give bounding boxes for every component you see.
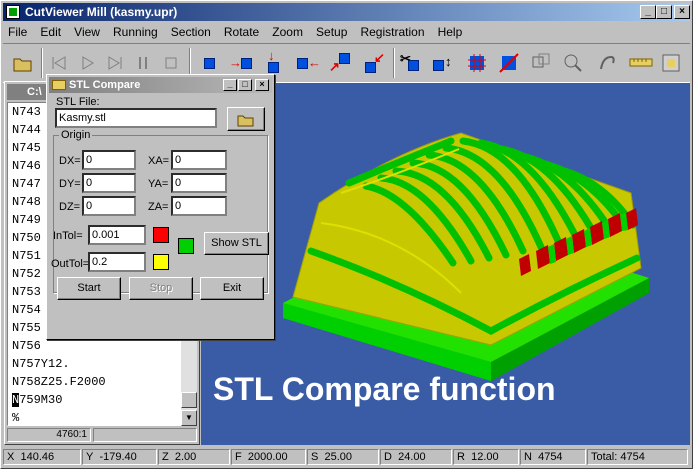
outtol-color-swatch[interactable] bbox=[153, 254, 169, 270]
menu-file[interactable]: File bbox=[3, 22, 32, 39]
menu-edit[interactable]: Edit bbox=[35, 22, 66, 39]
view-left-icon[interactable]: → bbox=[229, 51, 253, 75]
status-total: Total: 4754 bbox=[587, 449, 688, 465]
skip-end-icon[interactable] bbox=[103, 51, 127, 75]
maximize-button[interactable]: □ bbox=[656, 5, 672, 19]
status-bar: X 140.46 Y -179.40 Z 2.00 F 2000.00 S 25… bbox=[3, 448, 690, 466]
status-x: X 140.46 bbox=[3, 449, 81, 465]
outtol-label: OutTol= bbox=[51, 258, 90, 270]
grid-section-icon[interactable] bbox=[465, 51, 489, 75]
zoom-icon[interactable] bbox=[561, 51, 585, 75]
viewport-caption: STL Compare function bbox=[213, 371, 556, 407]
view-iso2-icon[interactable]: ↙ bbox=[363, 51, 387, 75]
status-f: F 2000.00 bbox=[231, 449, 306, 465]
view-iso-icon[interactable]: ↗ bbox=[329, 51, 353, 75]
za-label: ZA= bbox=[148, 201, 169, 213]
dy-input[interactable]: 0 bbox=[82, 173, 136, 193]
stop-button[interactable]: Stop bbox=[129, 277, 193, 300]
open-folder-icon bbox=[237, 115, 254, 127]
origin-label: Origin bbox=[59, 129, 93, 141]
stl-file-label: STL File: bbox=[56, 96, 100, 108]
dz-label: DZ= bbox=[59, 201, 81, 213]
title-bar: CutViewer Mill (kasmy.upr) _ □ × bbox=[3, 3, 690, 21]
close-button[interactable]: × bbox=[674, 5, 690, 19]
scroll-down-icon[interactable]: ▼ bbox=[181, 410, 197, 426]
status-d: D 24.00 bbox=[380, 449, 452, 465]
machine-icon[interactable] bbox=[659, 51, 683, 75]
za-input[interactable]: 0 bbox=[171, 196, 227, 216]
dialog-minimize-button[interactable]: _ bbox=[223, 79, 237, 91]
dialog-title-bar: STL Compare _ □ × bbox=[49, 77, 272, 93]
start-button[interactable]: Start bbox=[57, 277, 121, 300]
menu-setup[interactable]: Setup bbox=[311, 22, 352, 39]
code-status: 4760:1 bbox=[7, 428, 197, 442]
ya-input[interactable]: 0 bbox=[171, 173, 227, 193]
status-y: Y -179.40 bbox=[82, 449, 157, 465]
dy-label: DY= bbox=[59, 178, 81, 190]
code-line-current[interactable]: N759M30 bbox=[8, 391, 180, 409]
status-s: S 25.00 bbox=[307, 449, 379, 465]
code-line[interactable]: % bbox=[8, 409, 180, 425]
dz-input[interactable]: 0 bbox=[82, 196, 136, 216]
code-line[interactable]: N757Y12. bbox=[8, 355, 180, 373]
intol-label: InTol= bbox=[53, 230, 83, 242]
window-title: CutViewer Mill (kasmy.upr) bbox=[25, 5, 178, 19]
dx-input[interactable]: 0 bbox=[82, 150, 136, 170]
code-line[interactable]: N758Z25.F2000 bbox=[8, 373, 180, 391]
stl-file-input[interactable]: Kasmy.stl bbox=[55, 108, 217, 128]
pause-icon[interactable] bbox=[131, 51, 155, 75]
menu-zoom[interactable]: Zoom bbox=[267, 22, 308, 39]
status-n: N 4754 bbox=[520, 449, 586, 465]
code-status-empty bbox=[93, 428, 197, 442]
menu-registration[interactable]: Registration bbox=[355, 22, 429, 39]
xa-label: XA= bbox=[148, 155, 170, 167]
app-icon bbox=[6, 5, 20, 19]
status-r: R 12.00 bbox=[453, 449, 519, 465]
menu-rotate[interactable]: Rotate bbox=[219, 22, 264, 39]
show-stl-button[interactable]: Show STL bbox=[204, 232, 269, 255]
view-front-icon[interactable] bbox=[197, 51, 221, 75]
intol-input[interactable]: 0.001 bbox=[88, 225, 146, 245]
status-z: Z 2.00 bbox=[158, 449, 230, 465]
outtol-input[interactable]: 0.2 bbox=[88, 252, 146, 272]
skip-start-icon[interactable] bbox=[47, 51, 71, 75]
ruler-icon[interactable] bbox=[629, 51, 653, 75]
code-line-position: 4760:1 bbox=[7, 428, 91, 442]
view-top-icon[interactable]: ↓ bbox=[261, 49, 285, 75]
slice-icon[interactable] bbox=[497, 51, 521, 75]
code-line-current-text: 759M30 bbox=[19, 393, 63, 407]
pan-icon[interactable] bbox=[595, 51, 619, 75]
menu-running[interactable]: Running bbox=[108, 22, 163, 39]
ruler-icon bbox=[52, 80, 66, 90]
dialog-close-button[interactable]: × bbox=[255, 79, 269, 91]
match-color-swatch[interactable] bbox=[178, 238, 194, 254]
browse-button[interactable] bbox=[227, 107, 265, 131]
open-folder-icon[interactable] bbox=[11, 51, 35, 75]
main-window: CutViewer Mill (kasmy.upr) _ □ × File Ed… bbox=[0, 0, 693, 469]
dx-label: DX= bbox=[59, 155, 81, 167]
dimension-icon[interactable]: ↕ bbox=[431, 51, 455, 75]
stl-compare-dialog: STL Compare _ □ × STL File: Kasmy.stl Or… bbox=[46, 74, 275, 340]
scroll-thumb[interactable] bbox=[181, 392, 197, 408]
stop-icon[interactable] bbox=[159, 51, 183, 75]
menu-section[interactable]: Section bbox=[166, 22, 216, 39]
section-view-icon[interactable]: ✂ bbox=[399, 51, 423, 75]
menu-help[interactable]: Help bbox=[433, 22, 468, 39]
play-icon[interactable] bbox=[75, 51, 99, 75]
dialog-maximize-button[interactable]: □ bbox=[238, 79, 252, 91]
view-right-icon[interactable]: ← bbox=[295, 51, 321, 75]
menu-bar: File Edit View Running Section Rotate Zo… bbox=[3, 22, 690, 42]
dialog-title: STL Compare bbox=[69, 79, 141, 91]
xa-input[interactable]: 0 bbox=[171, 150, 227, 170]
minimize-button[interactable]: _ bbox=[640, 5, 656, 19]
zoom-window-icon[interactable] bbox=[529, 51, 553, 75]
exit-button[interactable]: Exit bbox=[200, 277, 264, 300]
menu-view[interactable]: View bbox=[69, 22, 105, 39]
intol-color-swatch[interactable] bbox=[153, 227, 169, 243]
ya-label: YA= bbox=[148, 178, 169, 190]
